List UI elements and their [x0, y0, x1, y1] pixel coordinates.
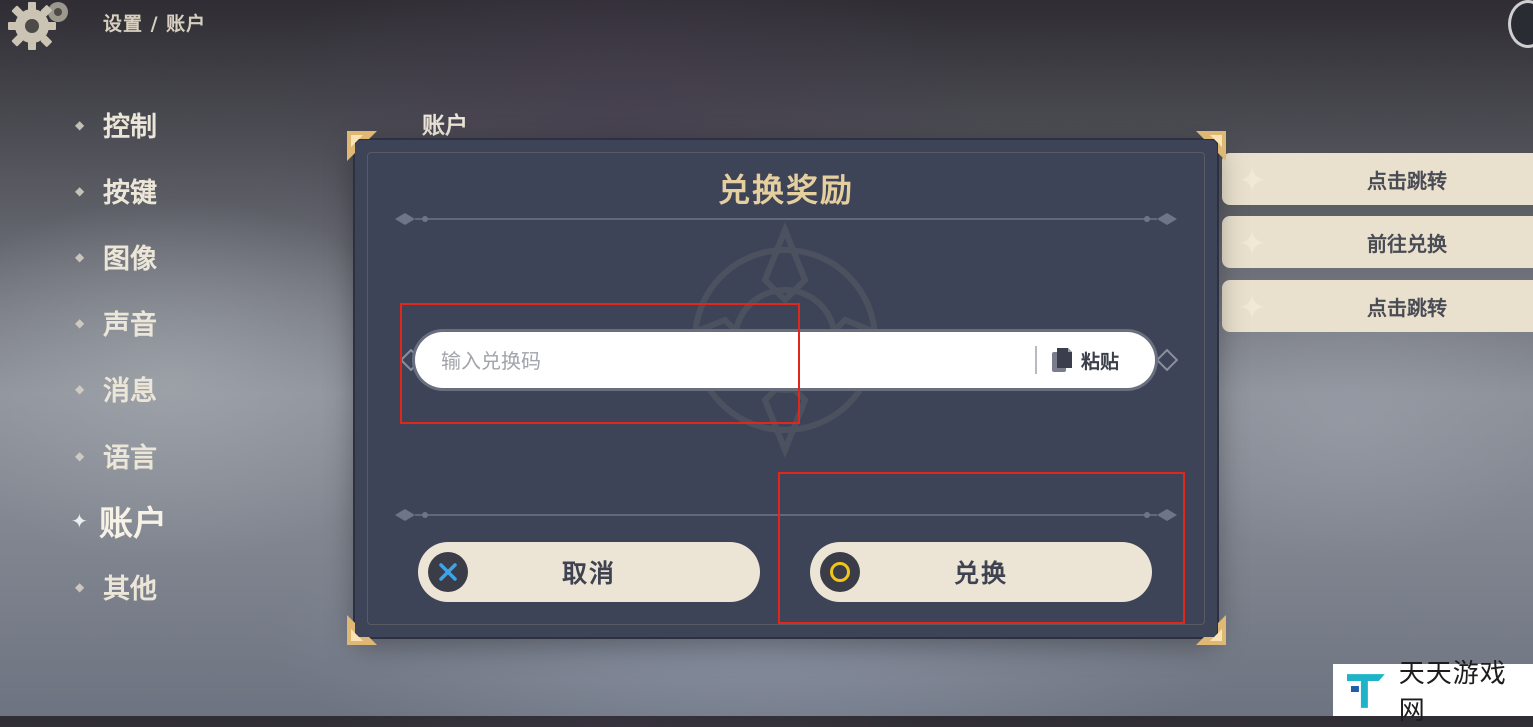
- goto-redeem-button-label: 前往兑换: [1367, 231, 1447, 256]
- paste-label: 粘贴: [1081, 350, 1120, 373]
- paste-button[interactable]: 粘贴: [1051, 342, 1119, 378]
- cancel-button[interactable]: 取消: [418, 542, 760, 602]
- nav-item-label: 声音: [103, 310, 157, 341]
- nav-item-language[interactable]: ◆ 语言: [75, 436, 157, 475]
- ornament-divider: [395, 213, 1177, 225]
- jump-button[interactable]: ✦ 点击跳转: [1222, 153, 1533, 205]
- highlight-box-input: [400, 303, 800, 424]
- jump-button-label: 点击跳转: [1367, 295, 1447, 320]
- nav-item-label: 图像: [103, 244, 157, 275]
- sparkle-icon: ✦: [1238, 161, 1267, 201]
- separator: [1035, 346, 1037, 374]
- sparkle-icon: ✦: [1238, 224, 1267, 264]
- nav-item-control[interactable]: ◆ 控制: [75, 105, 157, 144]
- sparkle-icon: ✦: [1238, 288, 1267, 328]
- nav-item-label: 语言: [103, 443, 157, 474]
- diamond-bullet-icon: ◆: [75, 579, 85, 594]
- jump-button[interactable]: ✦ 点击跳转: [1222, 280, 1533, 332]
- close-x-icon: [428, 552, 468, 592]
- nav-item-label: 消息: [103, 376, 157, 407]
- jump-button-label: 点击跳转: [1367, 168, 1447, 193]
- highlight-box-redeem: [778, 472, 1185, 624]
- site-watermark: 天天游戏网: [1333, 659, 1533, 726]
- goto-redeem-button[interactable]: ✦ 前往兑换: [1222, 216, 1533, 268]
- nav-item-account[interactable]: ✦ 账户: [71, 496, 167, 545]
- nav-item-graphics[interactable]: ◆ 图像: [75, 237, 157, 276]
- nav-item-other[interactable]: ◆ 其他: [75, 567, 157, 606]
- nav-item-messages[interactable]: ◆ 消息: [75, 369, 157, 408]
- diamond-bullet-icon: ◆: [75, 315, 85, 330]
- breadcrumb: 设置 / 账户: [103, 13, 207, 35]
- nav-item-keys[interactable]: ◆ 按键: [75, 171, 157, 210]
- cancel-button-label: 取消: [561, 559, 616, 588]
- nav-item-label: 其他: [103, 574, 157, 605]
- corner-ornament-icon: [1196, 615, 1226, 645]
- corner-ornament-icon: [347, 131, 377, 161]
- corner-ornament-icon: [1196, 131, 1226, 161]
- diamond-bullet-icon: ◆: [75, 381, 85, 396]
- close-button[interactable]: [1508, 0, 1533, 48]
- corner-ornament-icon: [347, 615, 377, 645]
- nav-item-label: 按键: [103, 178, 157, 209]
- nav-item-label: 控制: [103, 112, 157, 143]
- diamond-bullet-icon: ◆: [75, 117, 85, 132]
- sparkle-icon: ✦: [71, 508, 88, 533]
- diamond-bullet-icon: ◆: [75, 448, 85, 463]
- nav-item-label: 账户: [99, 504, 167, 544]
- dialog-title: 兑换奖励: [717, 171, 854, 209]
- clipboard-icon: [1052, 348, 1072, 372]
- diamond-bullet-icon: ◆: [75, 249, 85, 264]
- settings-gear-icon: [8, 2, 68, 50]
- site-logo-icon: [1346, 674, 1385, 708]
- diamond-bullet-icon: ◆: [75, 183, 85, 198]
- section-title: 账户: [422, 113, 468, 139]
- nav-item-audio[interactable]: ◆ 声音: [75, 303, 157, 342]
